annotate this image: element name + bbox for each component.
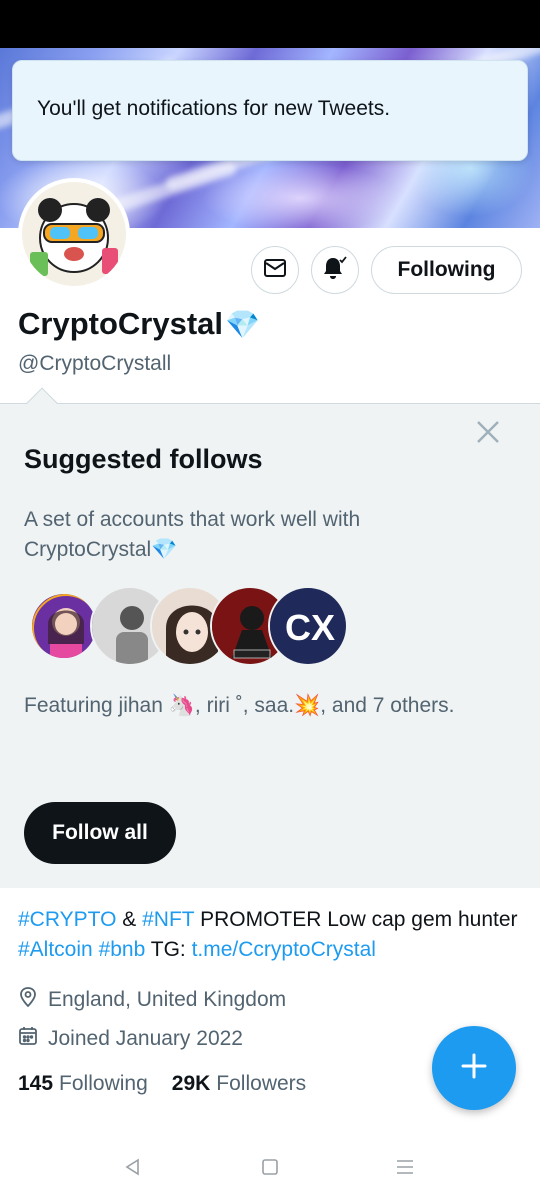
svg-text:CX: CX — [285, 607, 335, 648]
suggested-avatar-5[interactable]: CX — [268, 586, 348, 666]
nav-home-button[interactable] — [255, 1154, 285, 1184]
profile-handle: @CryptoCrystall — [18, 352, 172, 375]
follow-all-button[interactable]: Follow all — [24, 802, 176, 864]
joined-text: Joined January 2022 — [48, 1027, 243, 1050]
calendar-icon — [18, 1025, 48, 1053]
profile-name-text: CryptoCrystal — [18, 306, 223, 341]
nav-back-button[interactable] — [118, 1154, 148, 1184]
followers-count-link[interactable]: 29K Followers — [172, 1072, 306, 1096]
back-triangle-icon — [123, 1157, 143, 1182]
plus-icon — [458, 1050, 490, 1087]
location-pin-icon — [18, 986, 48, 1014]
message-button[interactable] — [251, 246, 299, 294]
bell-check-icon — [321, 254, 349, 287]
home-square-icon — [260, 1157, 280, 1182]
profile-avatar[interactable] — [18, 178, 130, 290]
followers-count: 29K — [171, 1072, 211, 1095]
profile-joined: Joined January 2022 — [18, 1025, 243, 1053]
bio-hashtag-altcoin[interactable]: #Altcoin — [18, 938, 93, 961]
menu-lines-icon — [395, 1157, 415, 1182]
notifications-button[interactable] — [311, 246, 359, 294]
close-icon — [474, 421, 502, 450]
system-navigation-bar — [0, 1140, 540, 1200]
envelope-icon — [263, 256, 287, 285]
toast-message: You'll get notifications for new Tweets. — [37, 97, 391, 120]
following-button[interactable]: Following — [371, 246, 522, 294]
followers-label: Followers — [216, 1072, 307, 1095]
bio-hashtag-nft[interactable]: #NFT — [142, 908, 194, 931]
following-count-link[interactable]: 145 Following — [18, 1072, 148, 1096]
suggested-title: Suggested follows — [24, 444, 263, 474]
compose-tweet-button[interactable] — [432, 1026, 516, 1110]
follow-counts: 145 Following 29K Followers — [18, 1072, 330, 1096]
suggested-avatar-1[interactable] — [30, 592, 98, 660]
bio-telegram-link[interactable]: t.me/CcryptoCrystal — [192, 938, 376, 961]
suggested-avatars[interactable]: CX — [30, 586, 350, 668]
profile-location: England, United Kingdom — [18, 986, 286, 1014]
close-suggestions-button[interactable] — [474, 418, 502, 446]
bio-hashtag-bnb[interactable]: #bnb — [99, 938, 146, 961]
suggested-description: A set of accounts that work well with Cr… — [24, 508, 361, 561]
following-label: Following — [59, 1072, 148, 1095]
nav-recents-button[interactable] — [390, 1154, 420, 1184]
diamond-emoji: 💎 — [225, 308, 260, 340]
profile-bio: #CRYPTO & #NFT PROMOTER Low cap gem hunt… — [18, 908, 518, 961]
status-bar — [0, 0, 540, 48]
notification-toast: You'll get notifications for new Tweets. — [12, 60, 528, 161]
profile-name: CryptoCrystal 💎 — [18, 306, 260, 342]
featuring-text: Featuring jihan 🦄, riri ˚, saa.💥, and 7 … — [24, 694, 455, 717]
bio-hashtag-crypto[interactable]: #CRYPTO — [18, 908, 116, 931]
following-count: 145 — [18, 1072, 54, 1095]
location-text: England, United Kingdom — [48, 988, 287, 1011]
